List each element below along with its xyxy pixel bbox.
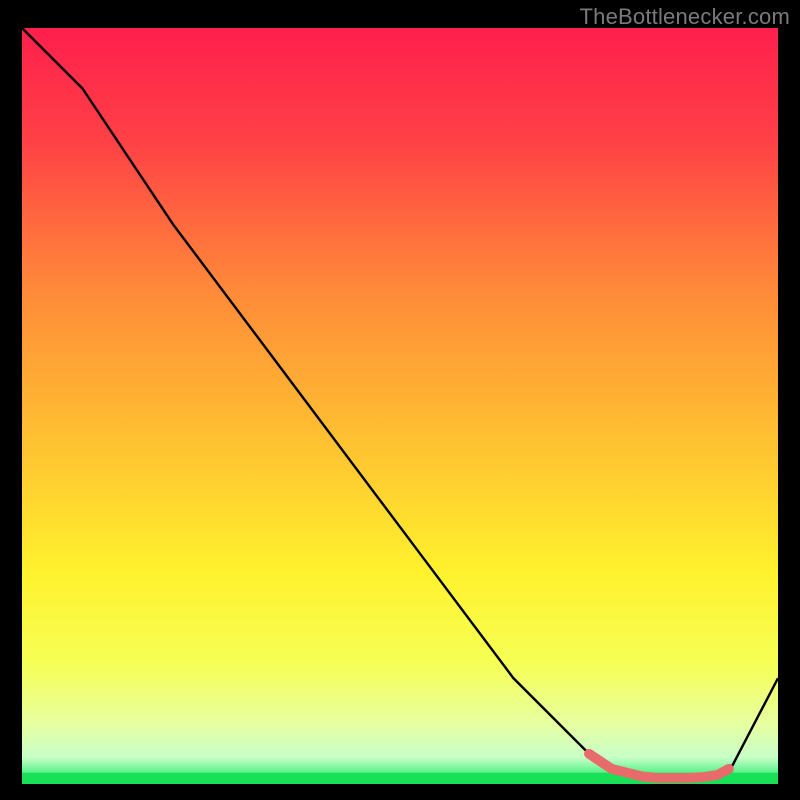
chart-svg bbox=[22, 28, 778, 784]
chart-plot-area bbox=[22, 28, 778, 784]
attribution-text: TheBottlenecker.com bbox=[580, 4, 790, 30]
chart-frame: TheBottlenecker.com bbox=[0, 0, 800, 800]
gradient-background bbox=[22, 28, 778, 784]
